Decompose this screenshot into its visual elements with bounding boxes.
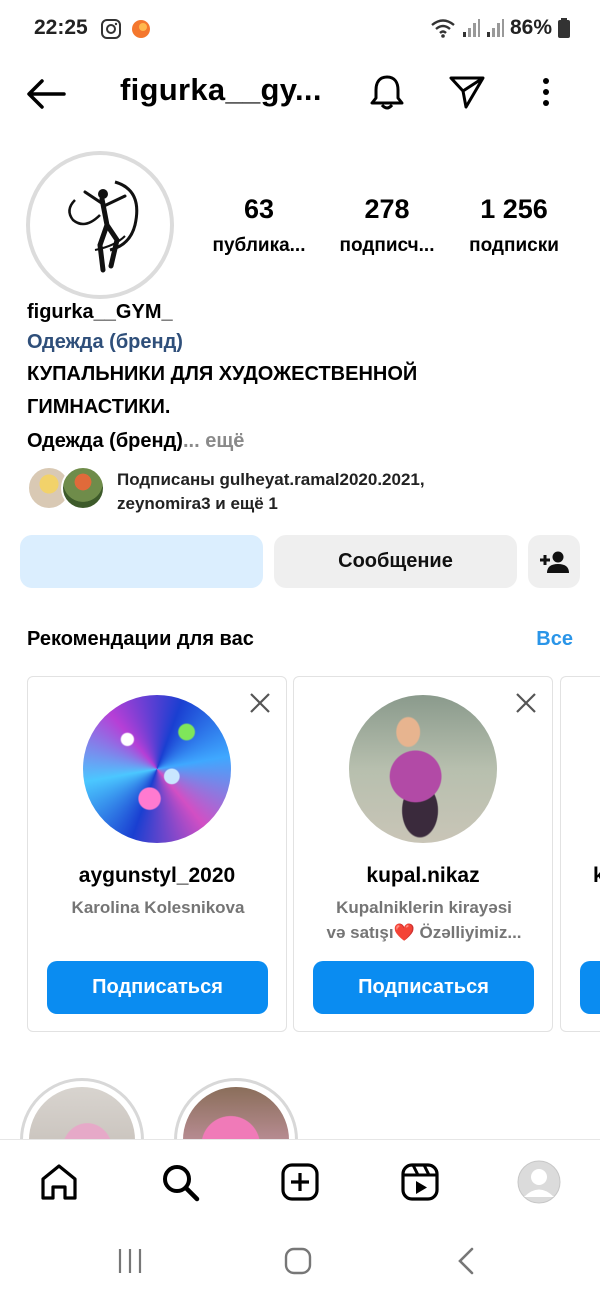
partial-subscribe-button[interactable] [580,961,600,1014]
recent-apps-button[interactable] [108,1243,152,1279]
bell-icon [370,75,404,110]
back-arrow-icon [27,79,66,109]
recommendation-avatar[interactable] [83,695,231,843]
header-username: figurka__gy... [120,72,322,107]
signal-icon-2 [486,19,504,37]
home-system-icon [284,1247,312,1275]
suggested-people-button[interactable] [528,535,580,588]
stat-following[interactable]: 1 256 подписки [458,194,570,257]
bio-more-link[interactable]: ... ещё [183,430,244,452]
gymnast-logo-image [34,159,166,291]
add-person-icon [540,551,569,573]
system-navigation-bar [0,1225,600,1299]
followed-by-avatars [27,466,105,512]
nav-profile[interactable] [517,1160,561,1204]
profile-bio: figurka__GYM_ Одежда (бренд) КУПАЛЬНИКИ … [27,298,577,458]
dismiss-button[interactable] [248,691,272,715]
profile-avatar[interactable] [26,151,174,299]
subscribe-button[interactable]: Подписаться [313,961,534,1014]
profile-avatar-icon [517,1160,561,1204]
posts-count: 63 [243,194,275,224]
subscribe-button-label: Подписаться [358,976,489,998]
close-icon [250,693,270,713]
recommendation-username[interactable]: kupal.nikaz [294,864,552,888]
home-system-button[interactable] [276,1243,320,1279]
status-time: 22:25 [34,16,88,39]
recommendation-subtitle: Kupalniklerin kirayəsi və satışı❤️ Özəll… [314,895,534,945]
battery-icon [558,18,570,38]
following-count: 1 256 [480,194,548,224]
instagram-notification-icon [101,19,121,39]
recommendation-subtitle-line-2: və satışı❤️ Özəlliyimiz... [326,923,522,942]
recommendation-subtitle: Karolina Kolesnikova [48,895,268,920]
add-post-icon [281,1163,319,1201]
status-notification-icons [100,18,152,40]
bio-line-1: КУПАЛЬНИКИ ДЛЯ ХУДОЖЕСТВЕННОЙ [27,363,418,385]
more-vert-icon [543,78,549,106]
bio-line-2: ГИМНАСТИКИ. [27,396,171,418]
recent-apps-icon [118,1249,142,1273]
profile-header: figurka__gy... [0,58,600,128]
posts-label: публика... [212,235,306,256]
signal-icon-1 [462,19,480,37]
app-notification-icon [132,20,150,38]
close-icon [516,693,536,713]
message-button-label: Сообщение [338,550,453,572]
recommendation-card[interactable]: kupal.nikaz Kupalniklerin kirayəsi və sa… [293,676,553,1032]
battery-percentage: 86% [509,16,552,39]
partial-card-username: k [593,864,600,888]
bio-line-3: Одежда (бренд) [27,430,183,452]
message-button[interactable]: Сообщение [274,535,517,588]
recommendation-subtitle-line-1: Kupalniklerin kirayəsi [336,898,512,917]
follower-avatar-2 [61,466,105,510]
status-system-icons: 86% [430,16,570,40]
reels-icon [401,1163,439,1201]
recommendations-see-all[interactable]: Все [536,628,573,651]
recommendation-card-partial[interactable]: k [560,676,600,1032]
nav-create[interactable] [278,1160,322,1204]
recommendation-username[interactable]: aygunstyl_2020 [28,864,286,888]
nav-home[interactable] [37,1160,81,1204]
bottom-navigation [0,1139,600,1225]
status-bar: 22:25 86% [0,0,600,58]
back-chevron-icon [458,1247,474,1275]
more-options-button[interactable] [524,70,568,114]
back-button[interactable] [24,74,68,114]
back-system-button[interactable] [444,1243,488,1279]
follow-button[interactable] [20,535,263,588]
home-icon [41,1164,77,1200]
send-icon [449,76,485,109]
bio-line-3-row: Одежда (бренд)... ещё [27,424,577,458]
stat-followers[interactable]: 278 подписч... [330,194,444,257]
subscribe-button[interactable]: Подписаться [47,961,268,1014]
followers-count: 278 [364,194,410,224]
recommendation-card[interactable]: aygunstyl_2020 Karolina Kolesnikova Подп… [27,676,287,1032]
notifications-button[interactable] [365,70,409,114]
nav-search[interactable] [158,1160,202,1204]
followed-by-text: Подписаны gulheyat.ramal2020.2021, zeyno… [117,468,425,516]
followed-by-line-1: Подписаны gulheyat.ramal2020.2021, [117,470,425,489]
dismiss-button[interactable] [514,691,538,715]
followed-by-line-2: zeynomira3 и ещё 1 [117,494,278,513]
following-label: подписки [469,235,559,256]
followed-by[interactable]: Подписаны gulheyat.ramal2020.2021, zeyno… [27,466,587,514]
recommendation-subtitle-line-1: Karolina Kolesnikova [71,898,245,917]
recommendation-avatar[interactable] [349,695,497,843]
share-button[interactable] [445,70,489,114]
recommendations-title: Рекомендации для вас [27,628,254,650]
profile-category[interactable]: Одежда (бренд) [27,326,577,358]
subscribe-button-label: Подписаться [92,976,223,998]
search-icon [163,1165,200,1202]
nav-reels[interactable] [398,1160,442,1204]
wifi-icon [431,19,455,38]
profile-name: figurka__GYM_ [27,301,173,323]
followers-label: подписч... [339,235,435,256]
stat-posts[interactable]: 63 публика... [204,194,314,257]
